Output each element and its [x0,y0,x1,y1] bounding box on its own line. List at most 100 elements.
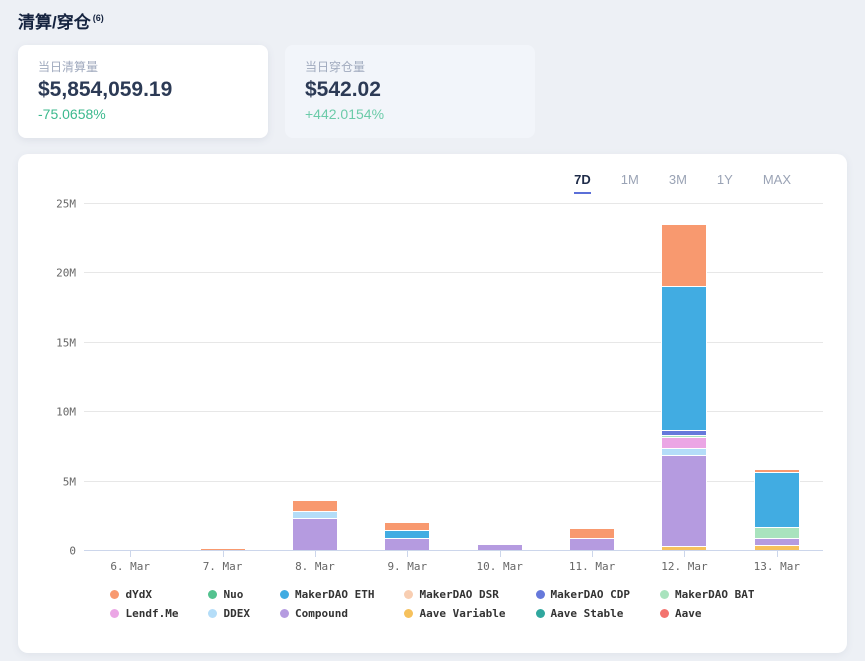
x-axis-tick [407,551,408,557]
legend-dot-icon [660,590,669,599]
legend-label: MakerDAO CDP [551,588,630,601]
page-title-superscript: (6) [93,13,104,23]
stat-cards-row: 当日清算量 $5,854,059.19 -75.0658% 当日穿仓量 $542… [18,45,847,138]
bar-segment-dydx[interactable] [384,522,430,530]
legend-dot-icon [110,609,119,618]
stat-label: 当日清算量 [38,58,248,75]
stat-change: -75.0658% [38,106,248,122]
tab-1m[interactable]: 1M [621,172,639,194]
stat-value: $542.02 [305,78,515,102]
bar-segment-compound[interactable] [569,538,615,550]
stat-card-margin-call: 当日穿仓量 $542.02 +442.0154% [285,45,535,138]
plot-area [84,204,823,551]
legend-label: Compound [295,607,348,620]
range-tabs: 7D 1M 3M 1Y MAX [42,172,791,194]
stat-value: $5,854,059.19 [38,78,248,102]
legend-item-aave[interactable]: Aave [660,607,754,620]
legend-item-lendf-me[interactable]: Lendf.Me [110,607,178,620]
x-axis-label: 11. Mar [546,551,638,573]
y-axis-label: 10M [56,406,76,419]
bar-column-8-mar [269,204,361,550]
bar-segment-makerdao-eth[interactable] [754,472,800,527]
legend-label: Lendf.Me [125,607,178,620]
legend-dot-icon [404,590,413,599]
legend-dot-icon [208,590,217,599]
page-title-text: 清算/穿仓 [18,13,91,32]
bar-segment-makerdao-eth[interactable] [384,530,430,538]
legend: dYdX Nuo MakerDAO ETH MakerDAO DSR MakerDAO … [42,588,823,620]
x-axis-label: 9. Mar [361,551,453,573]
legend-label: Aave Variable [419,607,505,620]
legend-label: dYdX [125,588,152,601]
legend-dot-icon [536,609,545,618]
bar-segment-dydx[interactable] [661,224,707,286]
legend-label: Nuo [223,588,243,601]
tab-max[interactable]: MAX [763,172,791,194]
bar-column-13-mar [731,204,823,550]
bar-segment-makerdao-bat[interactable] [754,527,800,538]
x-axis-label: 6. Mar [84,551,176,573]
legend-item-nuo[interactable]: Nuo [208,588,250,601]
chart-panel: 7D 1M 3M 1Y MAX 0 5M 10M 15M 20M 25M 6. Mar7. Mar… [18,154,847,653]
legend-dot-icon [660,609,669,618]
x-axis-label: 7. Mar [176,551,268,573]
x-axis-tick [500,551,501,557]
legend-label: Aave Stable [551,607,624,620]
bar-column-7-mar [176,204,268,550]
legend-item-compound[interactable]: Compound [280,607,374,620]
bar-segment-makerdao-eth[interactable] [661,286,707,430]
x-axis-label: 12. Mar [638,551,730,573]
bar-column-12-mar [638,204,730,550]
bar-segment-compound[interactable] [754,538,800,545]
bar-segment-compound[interactable] [661,455,707,546]
legend-dot-icon [110,590,119,599]
tab-7d[interactable]: 7D [574,172,591,194]
x-axis-tick [592,551,593,557]
bar-segment-aave-variable[interactable] [754,545,800,550]
bar-segment-ddex[interactable] [292,511,338,518]
y-axis-label: 20M [56,267,76,280]
legend-label: MakerDAO BAT [675,588,754,601]
x-axis-label: 10. Mar [454,551,546,573]
bar-column-9-mar [361,204,453,550]
bar-segment-compound[interactable] [292,518,338,550]
legend-item-makerdao-cdp[interactable]: MakerDAO CDP [536,588,630,601]
bar-segment-dydx[interactable] [292,500,338,511]
bar-segment-ddex[interactable] [661,448,707,455]
stat-change: +442.0154% [305,106,515,122]
legend-item-aave-stable[interactable]: Aave Stable [536,607,630,620]
stat-label: 当日穿仓量 [305,58,515,75]
legend-item-makerdao-eth[interactable]: MakerDAO ETH [280,588,374,601]
x-axis-tick [223,551,224,557]
page: 清算/穿仓(6) 当日清算量 $5,854,059.19 -75.0658% 当… [0,0,865,653]
bar-segment-dydx[interactable] [569,528,615,538]
legend-item-dydx[interactable]: dYdX [110,588,178,601]
legend-dot-icon [208,609,217,618]
legend-label: MakerDAO DSR [419,588,498,601]
legend-label: MakerDAO ETH [295,588,374,601]
y-axis: 05M10M15M20M25M [42,204,84,551]
bar-segment-lendf-me[interactable] [661,437,707,448]
legend-item-ddex[interactable]: DDEX [208,607,250,620]
tab-1y[interactable]: 1Y [717,172,733,194]
bar-segment-compound[interactable] [384,538,430,550]
chart-area: 05M10M15M20M25M [42,204,823,551]
bar-segment-aave-variable[interactable] [661,546,707,550]
y-axis-label: 5M [63,475,76,488]
bar-columns [84,204,823,550]
legend-dot-icon [280,609,289,618]
bar-segment-compound[interactable] [477,544,523,550]
legend-item-aave-variable[interactable]: Aave Variable [404,607,505,620]
legend-item-makerdao-bat[interactable]: MakerDAO BAT [660,588,754,601]
bar-segment-dydx[interactable] [200,548,246,550]
legend-item-makerdao-dsr[interactable]: MakerDAO DSR [404,588,505,601]
legend-label: DDEX [223,607,250,620]
page-title: 清算/穿仓(6) [18,8,847,33]
y-axis-label: 15M [56,336,76,349]
tab-3m[interactable]: 3M [669,172,687,194]
y-axis-label: 0 [69,545,76,558]
y-axis-label: 25M [56,198,76,211]
bar-column-11-mar [546,204,638,550]
legend-dot-icon [536,590,545,599]
x-axis-tick [777,551,778,557]
